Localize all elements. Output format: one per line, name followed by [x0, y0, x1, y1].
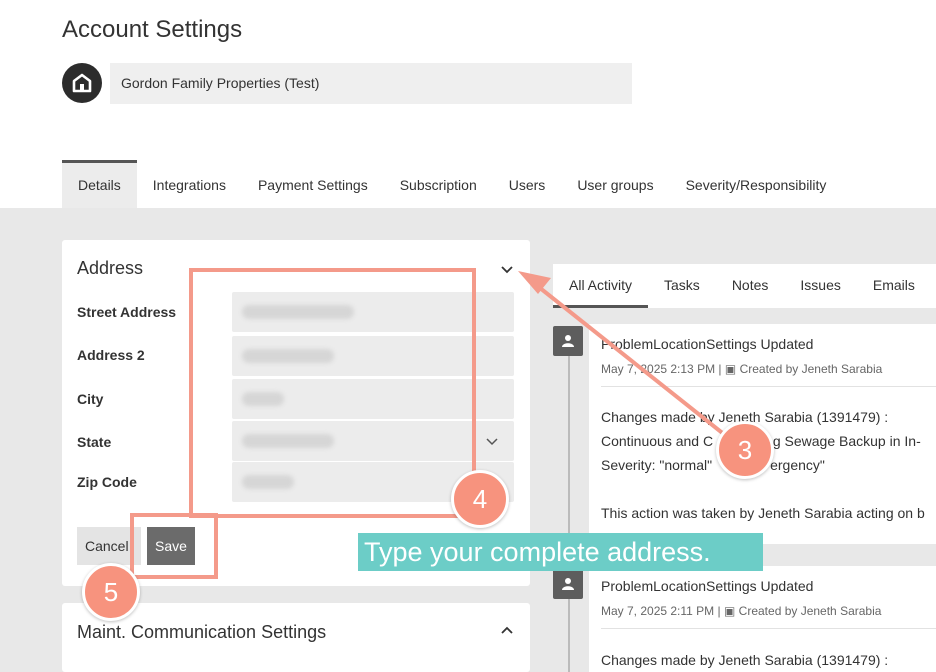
header: Account Settings Gordon Family Propertie…	[0, 0, 936, 208]
building-icon: ▣	[723, 604, 736, 618]
chevron-down-icon[interactable]	[499, 261, 515, 277]
page-title: Account Settings	[62, 16, 243, 43]
account-name-field[interactable]: Gordon Family Properties (Test)	[110, 63, 632, 104]
cancel-button[interactable]: Cancel	[77, 527, 141, 565]
instruction-callout: Type your complete address.	[358, 533, 763, 571]
tab-severity-responsibility[interactable]: Severity/Responsibility	[670, 160, 843, 208]
tab-issues[interactable]: Issues	[784, 264, 856, 308]
avatar[interactable]	[62, 63, 102, 103]
tab-notes[interactable]: Notes	[716, 264, 785, 308]
address-2-input[interactable]	[232, 336, 514, 376]
maint-communication-title: Maint. Communication Settings	[77, 622, 327, 642]
zip-code-label: Zip Code	[77, 474, 137, 490]
activity-entry: ProblemLocationSettings Updated May 7, 2…	[589, 566, 936, 672]
address-2-label: Address 2	[77, 347, 145, 363]
entry-footer: This action was taken by Jeneth Sarabia …	[601, 505, 925, 521]
tab-users[interactable]: Users	[493, 160, 562, 208]
entry-body: Changes made by Jeneth Sarabia (1391479)…	[601, 652, 889, 668]
tab-emails[interactable]: Emails	[857, 264, 931, 308]
city-label: City	[77, 391, 104, 407]
building-icon: ▣	[724, 362, 737, 376]
entry-title: ProblemLocationSettings Updated	[601, 578, 814, 594]
street-address-input[interactable]	[232, 292, 514, 332]
chevron-up-icon[interactable]	[499, 623, 515, 639]
entry-title: ProblemLocationSettings Updated	[601, 336, 814, 352]
tab-integrations[interactable]: Integrations	[137, 160, 242, 208]
tab-details[interactable]: Details	[62, 160, 137, 208]
maint-communication-card[interactable]: Maint. Communication Settings	[62, 603, 530, 672]
person-icon	[553, 326, 583, 356]
person-icon	[553, 569, 583, 599]
activity-tabs: All Activity Tasks Notes Issues Emails	[553, 264, 936, 308]
step-4-marker: 4	[451, 470, 509, 528]
settings-tabs: Details Integrations Payment Settings Su…	[62, 160, 842, 208]
tab-subscription[interactable]: Subscription	[384, 160, 493, 208]
tab-user-groups[interactable]: User groups	[561, 160, 669, 208]
state-label: State	[77, 434, 112, 450]
timeline-line	[568, 352, 570, 672]
chevron-down-icon	[486, 438, 498, 446]
home-icon	[72, 73, 92, 93]
tab-tasks[interactable]: Tasks	[648, 264, 716, 308]
address-card-title: Address	[77, 258, 144, 278]
tab-all-activity[interactable]: All Activity	[553, 264, 649, 308]
save-button[interactable]: Save	[147, 527, 195, 565]
tab-payment-settings[interactable]: Payment Settings	[242, 160, 384, 208]
step-5-marker: 5	[82, 563, 140, 621]
state-select[interactable]	[232, 421, 514, 461]
city-input[interactable]	[232, 379, 514, 419]
step-3-marker: 3	[716, 421, 774, 479]
entry-meta: May 7, 2025 2:11 PM | ▣ Created by Jenet…	[601, 604, 882, 618]
entry-meta: May 7, 2025 2:13 PM | ▣ Created by Jenet…	[601, 362, 883, 376]
street-address-label: Street Address	[77, 304, 177, 320]
